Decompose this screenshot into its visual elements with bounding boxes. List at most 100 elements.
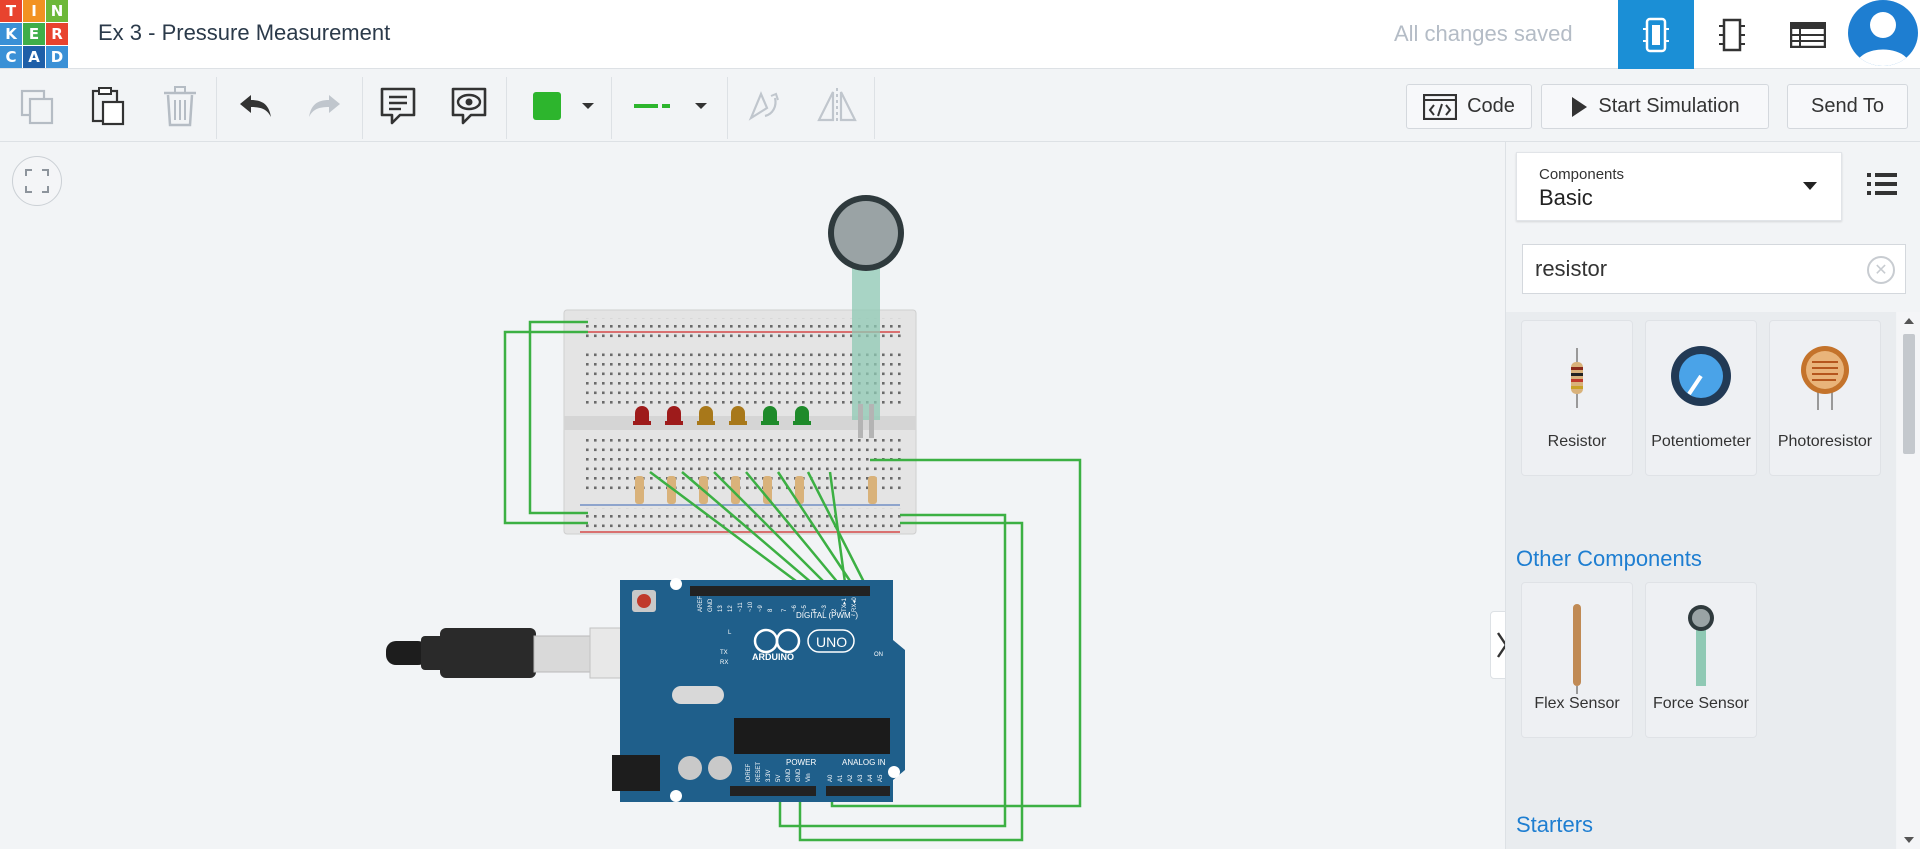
rotate-icon [748, 90, 779, 121]
schematic-view-icon [1719, 18, 1745, 51]
list-view-button[interactable] [1867, 172, 1907, 202]
pin-label: AREF [698, 596, 704, 612]
component-name: Force Sensor [1652, 695, 1750, 712]
save-status: All changes saved [1394, 21, 1573, 46]
notes-icon [380, 87, 416, 124]
tinkercad-logo[interactable]: T I N K E R C A D [0, 0, 68, 68]
view-notes-button[interactable] [444, 69, 494, 142]
component-name: Photoresistor [1777, 433, 1873, 450]
paste-button[interactable] [83, 69, 133, 142]
circuit-diagram: UNO ARDUINO DIGITAL (PWM~) POWER ANALOG … [386, 195, 1082, 842]
wire-style-selector[interactable] [620, 69, 720, 142]
pin-label: ~10 [748, 601, 754, 612]
component-card-resistor[interactable]: Resistor [1521, 320, 1633, 476]
code-button[interactable]: Code [1406, 84, 1532, 129]
send-to-label: Send To [1810, 95, 1885, 117]
search-input[interactable] [1535, 255, 1855, 283]
clear-search-icon[interactable]: ✕ [1867, 256, 1895, 284]
pin-label: 13 [718, 605, 724, 612]
delete-icon [164, 85, 196, 126]
component-card-flex-sensor[interactable]: Flex Sensor [1521, 582, 1633, 738]
flip-button[interactable] [812, 69, 862, 142]
code-button-label: Code [1467, 95, 1515, 117]
pin-label: RX◂0 [852, 597, 858, 612]
pin-label: GND [786, 768, 792, 782]
pin-label: IOREF [746, 763, 752, 782]
component-card-potentiometer[interactable]: Potentiometer [1645, 320, 1757, 476]
scroll-down-icon [1904, 837, 1914, 843]
component-card-force-sensor[interactable]: Force Sensor [1645, 582, 1757, 738]
resistor[interactable] [635, 476, 644, 504]
pin-label: A5 [878, 774, 884, 782]
paste-icon [91, 86, 125, 125]
user-avatar[interactable] [1848, 0, 1918, 66]
toolbar-divider [727, 77, 728, 139]
play-icon [1572, 96, 1588, 117]
arduino-uno-board[interactable]: UNO ARDUINO DIGITAL (PWM~) POWER ANALOG … [612, 578, 905, 802]
pin-label: RESET [756, 762, 762, 782]
component-search: ✕ [1522, 244, 1906, 294]
pin-label: A4 [868, 774, 874, 782]
resistor-icon [1522, 339, 1632, 417]
logo-letter: C [0, 46, 22, 68]
copy-button[interactable] [12, 69, 62, 142]
toolbar-divider [362, 77, 363, 139]
component-list-icon [1790, 21, 1826, 48]
pin-label: 3.3V [766, 770, 772, 782]
pin-label: A3 [858, 774, 864, 782]
notes-button[interactable] [373, 69, 423, 142]
pin-label: GND [708, 598, 714, 612]
delete-button[interactable] [155, 69, 205, 142]
logo-letter: N [46, 0, 68, 22]
toolbar-divider [611, 77, 612, 139]
logo-letter: I [23, 0, 45, 22]
usb-cable[interactable] [386, 627, 661, 679]
components-panel: Components Basic ✕ Resistor Potentiomete… [1505, 142, 1920, 849]
pin-label: ~5 [802, 604, 808, 612]
led-label: RX [720, 660, 728, 666]
chevron-down-icon [695, 102, 707, 109]
component-list-button[interactable] [1770, 0, 1846, 69]
component-card-photoresistor[interactable]: Photoresistor [1769, 320, 1881, 476]
redo-button[interactable] [300, 69, 350, 142]
code-icon [1423, 93, 1458, 120]
wire-color-swatch [533, 91, 561, 120]
scrollbar-thumb[interactable] [1903, 334, 1915, 454]
pin-label: 12 [728, 605, 734, 612]
wire-color-selector[interactable] [520, 69, 608, 142]
toolbar: Code Start Simulation Send To [0, 69, 1920, 142]
list-view-icon [1867, 173, 1897, 195]
pin-label: ~3 [822, 604, 828, 612]
circuit-view-button[interactable] [1618, 0, 1694, 69]
pin-label: ~9 [758, 604, 764, 612]
panel-scrollbar[interactable] [1897, 312, 1920, 849]
component-list: Resistor Potentiometer Photoresistor Oth… [1506, 312, 1896, 849]
resistor[interactable] [868, 476, 877, 504]
toolbar-divider [216, 77, 217, 139]
led-label: TX [720, 650, 728, 656]
logo-letter: D [46, 46, 68, 68]
rotate-button[interactable] [738, 69, 788, 142]
section-title-other: Other Components [1516, 546, 1702, 571]
user-icon [1856, 12, 1910, 66]
components-dropdown[interactable]: Components Basic [1516, 152, 1842, 221]
toolbar-divider [506, 77, 507, 139]
flip-icon [817, 87, 857, 124]
send-to-button[interactable]: Send To [1787, 84, 1908, 129]
section-title-starters: Starters [1516, 812, 1594, 837]
top-bar: T I N K E R C A D Ex 3 - Pressure Measur… [0, 0, 1920, 69]
potentiometer-icon [1646, 339, 1756, 417]
circuit-canvas[interactable]: UNO ARDUINO DIGITAL (PWM~) POWER ANALOG … [0, 142, 1514, 849]
logo-letter: E [23, 23, 45, 45]
board-label-uno: UNO [816, 634, 847, 650]
start-simulation-button[interactable]: Start Simulation [1541, 84, 1769, 129]
flex-sensor-icon [1522, 601, 1632, 697]
caret-down-icon [1803, 182, 1817, 190]
component-name: Potentiometer [1651, 433, 1751, 450]
undo-button[interactable] [230, 69, 280, 142]
pin-label: 5V [776, 775, 782, 782]
pin-label: GND [796, 768, 802, 782]
schematic-view-button[interactable] [1694, 0, 1770, 69]
components-dropdown-label: Components [1539, 166, 1625, 183]
project-title[interactable]: Ex 3 - Pressure Measurement [98, 20, 390, 46]
